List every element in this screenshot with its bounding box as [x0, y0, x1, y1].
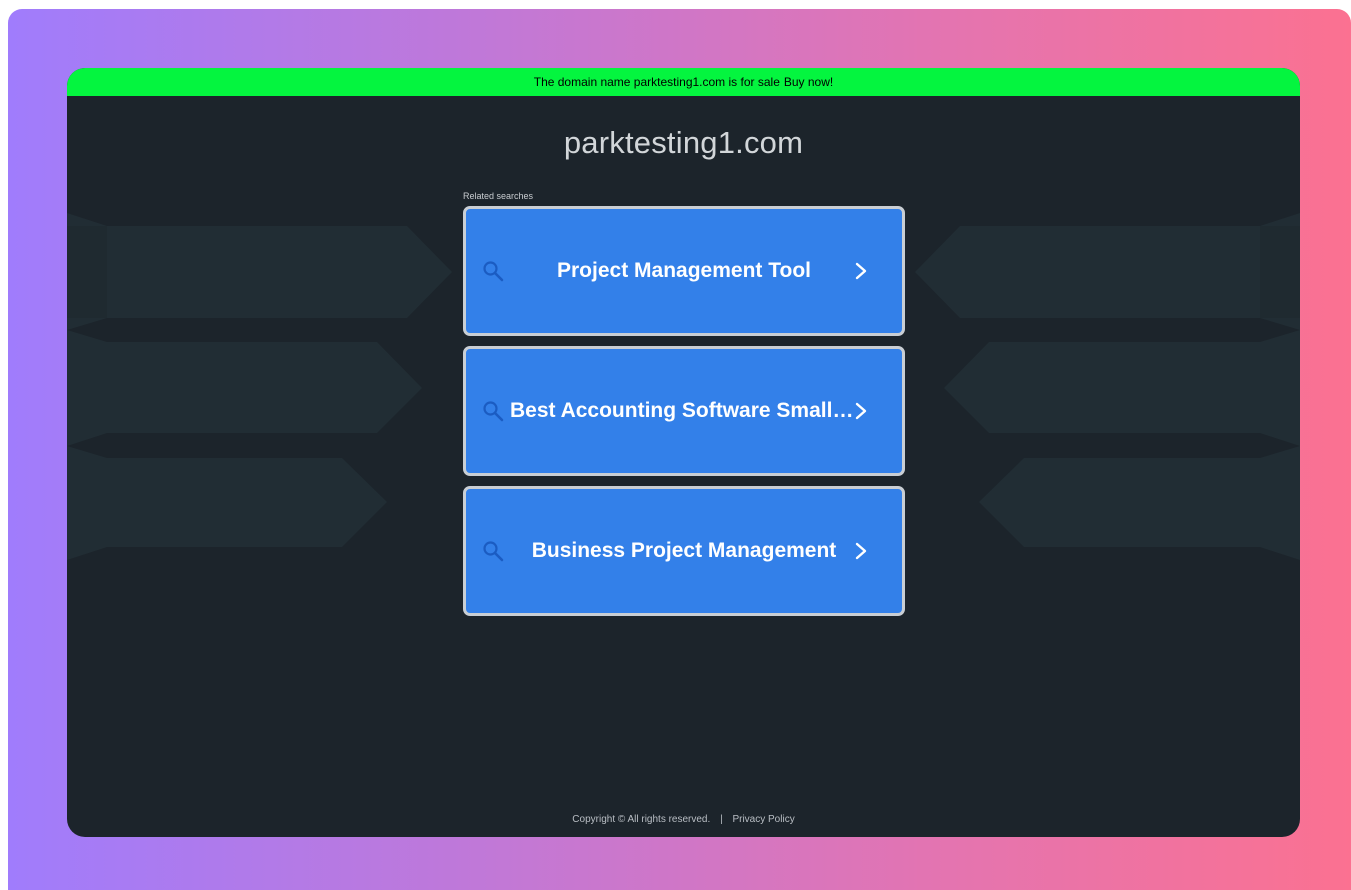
search-icon	[483, 261, 504, 282]
parked-domain-page: The domain name parktesting1.com is for …	[67, 68, 1300, 837]
chevron-right-icon	[855, 402, 867, 420]
related-searches-heading: Related searches	[463, 191, 534, 201]
related-search-label: Project Management Tool	[557, 259, 811, 282]
related-search-item-2[interactable]: Best Accounting Software Small Business	[463, 346, 905, 476]
chevron-right-icon	[855, 262, 867, 280]
related-search-label: Business Project Management	[531, 539, 837, 562]
for-sale-text: The domain name parktesting1.com is for …	[533, 75, 780, 89]
privacy-policy-link[interactable]: Privacy Policy	[732, 814, 794, 825]
search-icon	[483, 541, 504, 562]
search-icon	[483, 401, 504, 422]
gradient-backdrop: The domain name parktesting1.com is for …	[8, 9, 1351, 890]
for-sale-banner: The domain name parktesting1.com is for …	[67, 68, 1300, 96]
domain-title: parktesting1.com	[563, 125, 804, 160]
chevron-right-icon	[855, 542, 867, 560]
buy-now-link[interactable]: Buy now!	[784, 75, 833, 89]
footer-separator: |	[720, 814, 723, 825]
related-search-item-3[interactable]: Business Project Management	[463, 486, 905, 616]
related-search-label: Best Accounting Software Small Business	[510, 399, 858, 422]
footer: Copyright © All rights reserved. | Priva…	[67, 814, 1300, 825]
related-search-item-1[interactable]: Project Management Tool	[463, 206, 905, 336]
copyright-text: Copyright © All rights reserved.	[572, 814, 711, 825]
